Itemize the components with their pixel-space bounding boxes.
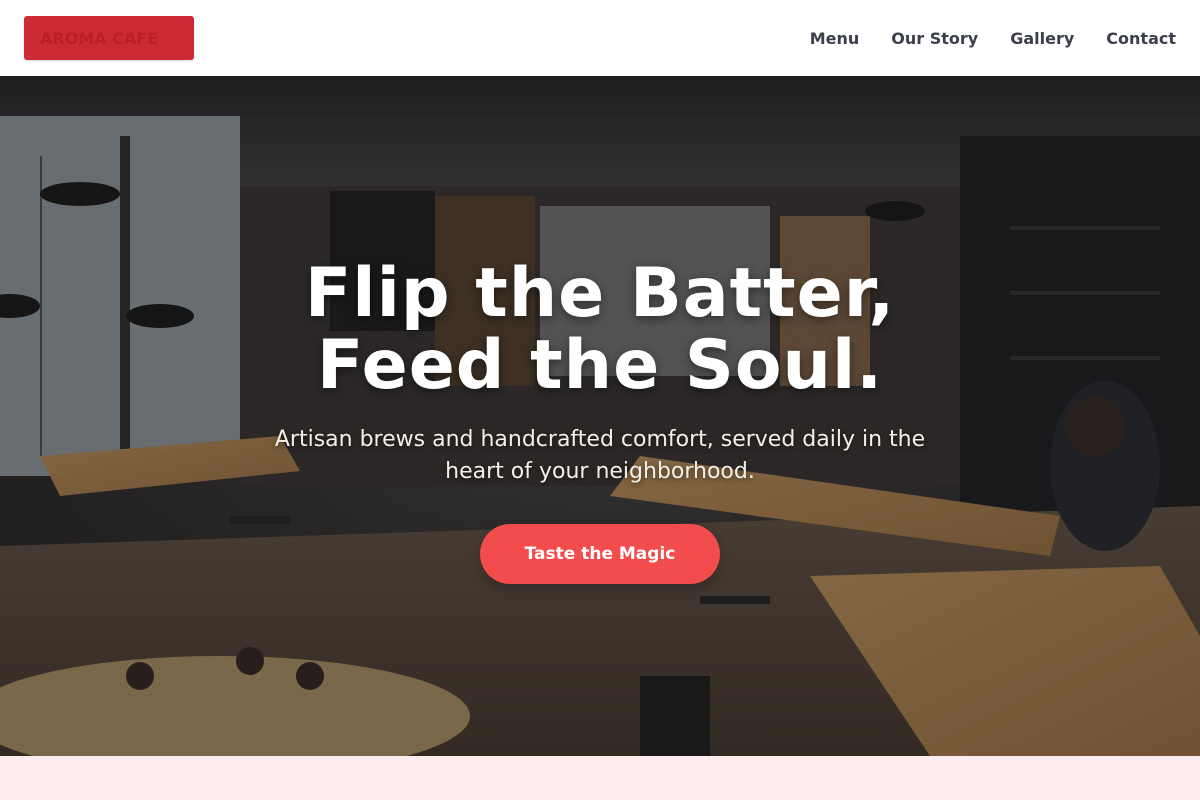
nav-link-our-story[interactable]: Our Story (891, 29, 978, 48)
logo-text: AROMA CAFE (40, 28, 159, 48)
next-section-band (0, 756, 1200, 800)
navbar: AROMA CAFE Menu Our Story Gallery Contac… (0, 0, 1200, 76)
hero-title: Flip the Batter, Feed the Soul. (304, 254, 896, 405)
hero-content: Flip the Batter, Feed the Soul. Artisan … (0, 76, 1200, 756)
taste-the-magic-button[interactable]: Taste the Magic (480, 524, 720, 584)
nav-link-gallery[interactable]: Gallery (1010, 29, 1074, 48)
nav-link-menu[interactable]: Menu (810, 29, 860, 48)
hero-subtitle: Artisan brews and handcrafted comfort, s… (274, 427, 926, 484)
cafe-logo[interactable]: AROMA CAFE (24, 16, 194, 60)
hero-section: Flip the Batter, Feed the Soul. Artisan … (0, 76, 1200, 756)
nav-link-contact[interactable]: Contact (1106, 29, 1176, 48)
main-nav: Menu Our Story Gallery Contact (810, 29, 1176, 48)
